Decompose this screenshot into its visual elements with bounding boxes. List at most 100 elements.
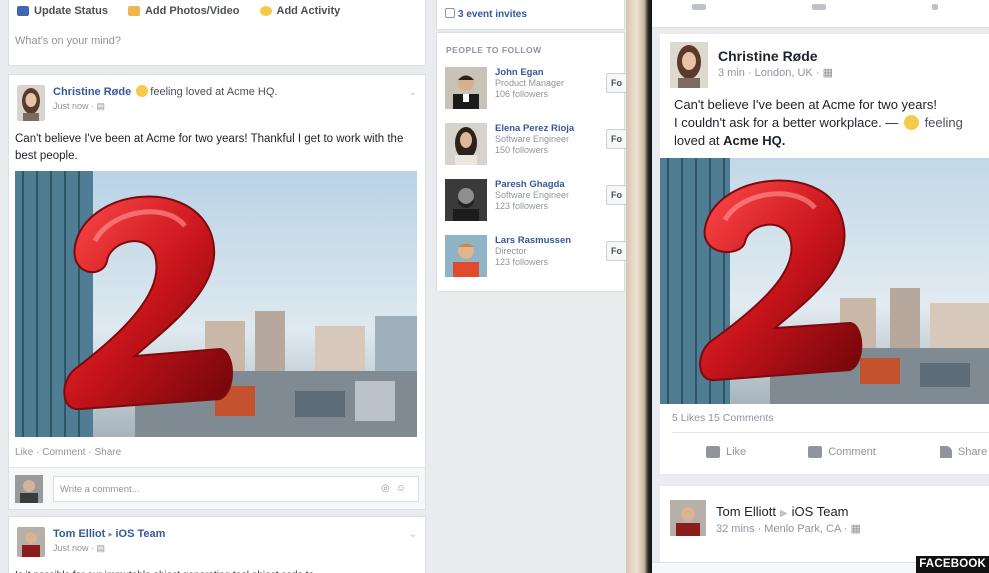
post-time-location[interactable]: 32 mins · Menlo Park, CA · [716,523,851,535]
post-body: Can't believe I've been at Acme for two … [660,96,989,150]
feed-post: Tom Elliot ▸ iOS Team Just now · ▤ ⌄ Is … [8,516,426,573]
thumbs-up-icon [706,446,720,458]
share-button[interactable]: Share [939,446,987,458]
person-name[interactable]: John Egan [495,67,564,78]
feeling-emoji-icon [903,115,919,130]
post-line: I couldn't ask for a better workplace. —… [674,114,983,132]
event-invites-label: 3 event invites [458,9,527,20]
list-item: John Egan Product Manager 106 followers … [437,63,632,119]
update-status-button[interactable]: Update Status [17,5,108,17]
avatar[interactable] [17,85,45,121]
person-title: Director [495,246,527,256]
post-meta: 32 mins · Menlo Park, CA · ▦ [716,522,861,535]
person-info: Paresh Ghagda Software Engineer 123 foll… [495,179,569,227]
event-invites-link[interactable]: 3 event invites [436,0,625,30]
person-name[interactable]: Paresh Ghagda [495,179,569,190]
list-item: Paresh Ghagda Software Engineer 123 foll… [437,175,632,231]
phone-tab-bar [652,0,989,28]
person-title: Software Engineer [495,134,570,144]
audience-icon: ▦ [822,67,833,79]
like-label: Like [726,446,747,458]
post-photo[interactable] [15,171,417,437]
avatar[interactable] [445,67,487,109]
post-author[interactable]: Tom Elliot [53,528,105,540]
post-author[interactable]: Tom Elliott [716,504,776,519]
post-line-text: loved at [674,133,720,148]
like-button[interactable]: Like [706,446,746,458]
pencil-icon [17,6,29,16]
avatar[interactable] [445,123,487,165]
feeling-emoji-icon [136,85,149,97]
post-options-chevron-icon[interactable]: ⌄ [409,87,417,98]
person-title: Product Manager [495,78,565,88]
comment-placeholder: Write a comment... [60,483,140,495]
right-sidebar: 3 event invites PEOPLE TO FOLLOW John Eg… [432,0,632,573]
person-info: John Egan Product Manager 106 followers [495,67,564,115]
phone-screen: Christine Røde 3 min · London, UK · ▦ Ca… [652,0,989,573]
post-line: loved at Acme HQ. [674,132,983,150]
avatar[interactable] [670,500,706,536]
person-followers: 123 followers [495,201,549,211]
avatar [15,474,43,503]
audience-icon: · ▤ [88,101,106,111]
post-options-chevron-icon[interactable]: ⌄ [409,529,417,540]
avatar[interactable] [445,179,487,221]
smiley-icon [259,6,272,16]
post-header: Tom Elliot ▸ iOS Team Just now · ▤ [9,517,425,557]
avatar[interactable] [670,42,708,88]
camera-icon[interactable]: ◎☺ [381,483,412,494]
post-group[interactable]: iOS Team [792,504,849,519]
post-author[interactable]: Christine Røde [718,48,833,64]
person-name[interactable]: Elena Perez Rioja [495,123,574,134]
post-location[interactable]: Acme HQ. [723,133,785,148]
person-followers: 123 followers [495,257,549,267]
comment-label: Comment [828,446,876,458]
avatar[interactable] [17,527,45,557]
comment-icon [808,446,823,458]
person-info: Elena Perez Rioja Software Engineer 150 … [495,123,574,171]
news-feed: Update Status Add Photos/Video Add Activ… [0,0,432,573]
post-header: Tom Elliott ▶ iOS Team 32 mins · Menlo Par… [660,486,989,550]
post-author-line: Tom Elliott ▶ iOS Team [716,504,861,519]
arrow-right-icon: ▶ [779,508,788,519]
post-actions[interactable]: Like · Comment · Share [15,447,121,458]
feed-post: Christine Røde 3 min · London, UK · ▦ Ca… [660,34,989,474]
post-group[interactable]: iOS Team [115,528,165,540]
requests-tab-icon[interactable] [812,4,826,10]
post-stats[interactable]: 5 Likes 15 Comments [672,412,774,424]
status-input[interactable]: What's on your mind? [9,17,425,47]
audience-icon: · ▤ [88,543,106,553]
add-activity-button[interactable]: Add Activity [259,5,340,17]
post-header-text: Christine Røde 3 min · London, UK · ▦ [718,42,833,88]
status-composer: Update Status Add Photos/Video Add Activ… [8,0,426,66]
post-time[interactable]: Just now [53,543,89,553]
person-name[interactable]: Lars Rasmussen [495,235,571,246]
avatar[interactable] [445,235,487,277]
phone-bezel [626,0,652,573]
post-time[interactable]: Just now [53,101,89,111]
post-line-text: I couldn't ask for a better workplace. — [674,115,899,130]
composer-actions: Update Status Add Photos/Video Add Activ… [9,0,425,17]
add-photo-button[interactable]: Add Photos/Video [127,5,240,17]
post-author[interactable]: Christine Røde [53,86,131,98]
post-meta: 3 min · London, UK · ▦ [718,66,833,79]
person-info: Lars Rasmussen Director 123 followers [495,235,571,283]
photo-icon [127,6,140,16]
post-feeling: feeling loved at Acme HQ. [150,86,278,98]
more-tab-icon[interactable] [932,4,938,10]
post-time-location[interactable]: 3 min · London, UK · [718,67,823,79]
comment-composer: Write a comment... ◎☺ [9,467,425,509]
people-to-follow-title: PEOPLE TO FOLLOW [446,45,542,55]
people-to-follow: PEOPLE TO FOLLOW John Egan Product Manag… [436,32,632,292]
list-item: Lars Rasmussen Director 123 followers Fo [437,231,632,287]
post-header: Christine Røde feeling loved at Acme HQ.… [9,75,425,121]
comment-button[interactable]: Comment [808,446,876,458]
post-feeling: feeling [924,115,963,130]
divider [672,432,989,433]
comment-input[interactable]: Write a comment... ◎☺ [53,475,419,502]
post-photo[interactable] [660,158,989,404]
post-body: Is it possible for our immutable object … [9,557,425,573]
calendar-icon [445,8,455,18]
feed-tab-icon[interactable] [692,4,706,10]
post-line: Can't believe I've been at Acme for two … [674,97,937,112]
